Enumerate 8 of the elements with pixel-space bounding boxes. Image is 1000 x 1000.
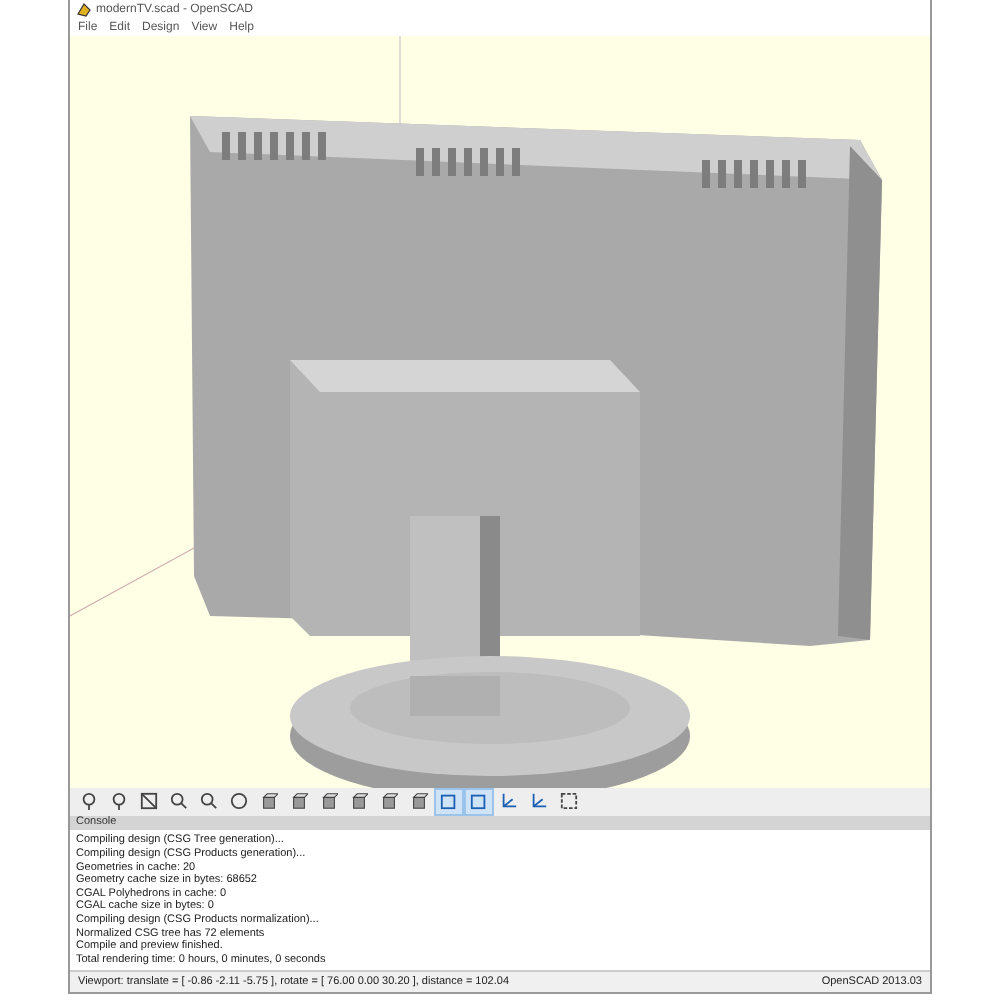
orthogonal-view-button[interactable] xyxy=(466,789,492,814)
zoom-all-view-button[interactable] xyxy=(136,789,162,814)
app-logo-icon xyxy=(76,1,92,18)
zoom-out-view-button[interactable] xyxy=(196,789,222,814)
zoom-in-view-button[interactable] xyxy=(166,789,192,814)
edges-view-button[interactable] xyxy=(556,789,582,814)
perspective-view-button[interactable] xyxy=(436,789,462,814)
reset-view-button[interactable] xyxy=(226,789,252,814)
